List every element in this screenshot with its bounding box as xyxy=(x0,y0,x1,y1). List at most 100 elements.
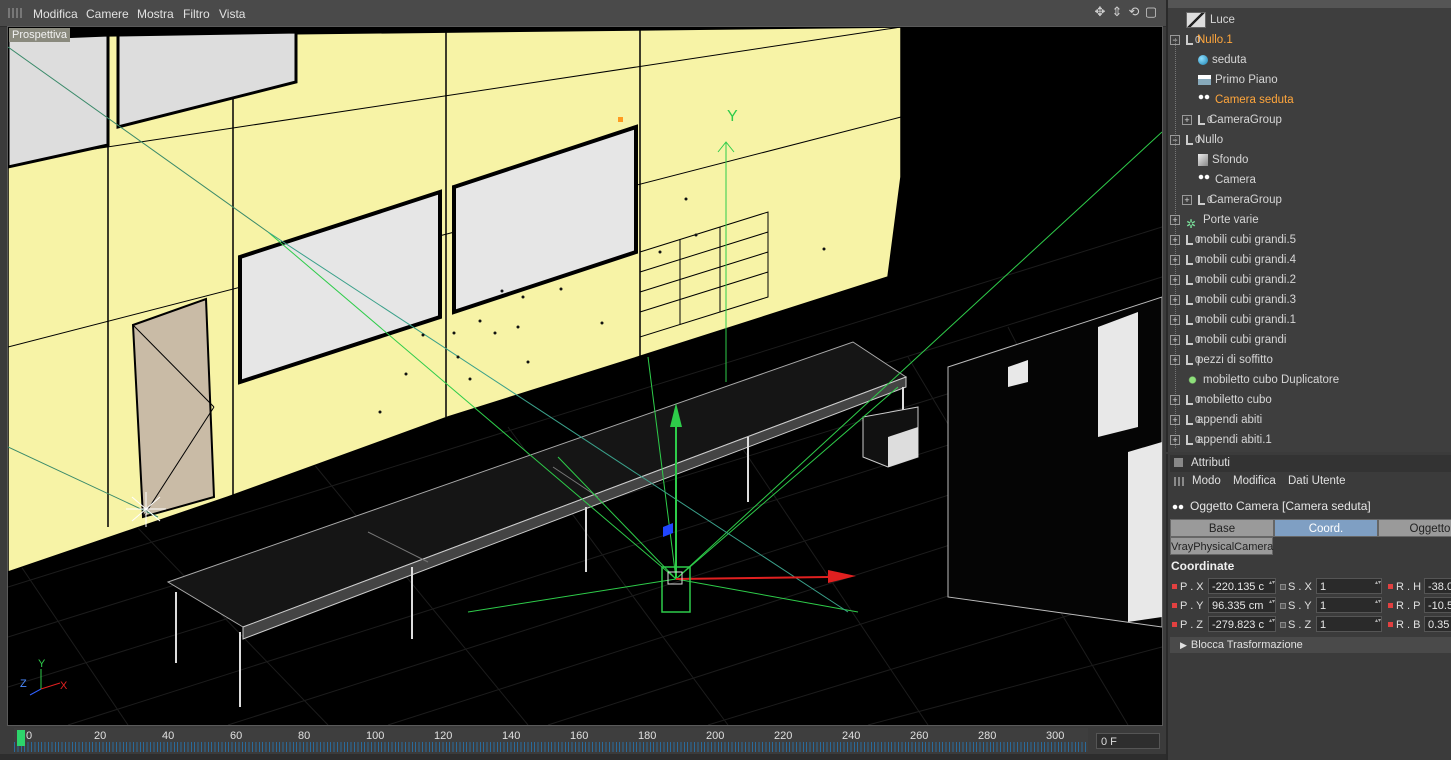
tree-item[interactable]: seduta xyxy=(1198,50,1247,70)
expand-icon[interactable]: + xyxy=(1170,235,1180,245)
tab-oggetto[interactable]: Oggetto xyxy=(1378,519,1451,537)
tree-item[interactable]: −Nullo xyxy=(1170,130,1223,151)
null-icon xyxy=(1186,351,1201,371)
tree-item[interactable]: + mobili cubi grandi.3 xyxy=(1170,290,1297,311)
tree-item[interactable]: + CameraGroup xyxy=(1182,110,1282,131)
input-py[interactable]: 96.335 cm xyxy=(1208,597,1276,613)
input-sx[interactable]: 1 xyxy=(1316,578,1382,594)
tree-item[interactable]: + mobili cubi grandi.5 xyxy=(1170,230,1296,251)
timeline-tick-label: 300 xyxy=(1046,730,1065,742)
attributes-object-header: Oggetto Camera [Camera seduta] xyxy=(1172,496,1451,516)
grip-icon[interactable] xyxy=(1174,477,1184,486)
menu-modo[interactable]: Modo xyxy=(1192,475,1221,487)
maximize-view-icon[interactable]: ▢ xyxy=(1144,5,1158,19)
tab-coord[interactable]: Coord. xyxy=(1274,519,1378,537)
keyframe-dot[interactable] xyxy=(1280,603,1286,609)
collapse-icon[interactable]: − xyxy=(1170,135,1180,145)
tree-item[interactable]: − Nullo.1 xyxy=(1170,30,1233,51)
duplicator-icon xyxy=(1186,373,1199,386)
tree-item[interactable]: Primo Piano xyxy=(1198,70,1278,90)
menu-vista[interactable]: Vista xyxy=(219,7,245,21)
viewport-3d[interactable]: Y Y Z X xyxy=(7,26,1163,726)
tab-vray-physical-camera[interactable]: VrayPhysicalCamera xyxy=(1170,537,1273,555)
keyframe-dot[interactable] xyxy=(1388,622,1393,627)
current-frame-field[interactable]: 0 F xyxy=(1096,733,1160,749)
input-rh[interactable]: -38.0 xyxy=(1424,578,1451,594)
timeline-tick-label: 260 xyxy=(910,730,929,742)
tree-item-label: CameraGroup xyxy=(1209,194,1282,206)
input-rb[interactable]: 0.35 xyxy=(1424,616,1451,632)
menu-attr-modifica[interactable]: Modifica xyxy=(1233,475,1276,487)
expand-icon[interactable]: + xyxy=(1170,295,1180,305)
wardrobe xyxy=(862,296,1162,628)
expand-icon[interactable]: + xyxy=(1170,415,1180,425)
keyframe-dot[interactable] xyxy=(1172,603,1177,608)
move-view-icon[interactable]: ✥ xyxy=(1093,5,1107,19)
timeline-tick-label: 140 xyxy=(502,730,521,742)
corner-x-label: X xyxy=(60,680,68,692)
menu-dati-utente[interactable]: Dati Utente xyxy=(1288,475,1346,487)
timeline-cursor[interactable] xyxy=(17,730,25,746)
tree-item[interactable]: + mobili cubi grandi.2 xyxy=(1170,270,1296,291)
tree-item[interactable]: Sfondo xyxy=(1198,150,1248,170)
keyframe-dot[interactable] xyxy=(1172,584,1177,589)
tree-item[interactable]: + pezzi di soffitto xyxy=(1170,350,1273,371)
grip-icon[interactable] xyxy=(8,8,22,18)
menu-camere[interactable]: Camere xyxy=(86,7,129,21)
input-sy[interactable]: 1 xyxy=(1316,597,1382,613)
keyframe-dot[interactable] xyxy=(1280,584,1286,590)
tree-item[interactable]: + mobili cubi grandi.1 xyxy=(1170,310,1296,331)
tree-item[interactable]: + appendi abiti.1 xyxy=(1170,430,1272,451)
y-axis-label: Y xyxy=(727,108,738,125)
expand-icon[interactable]: + xyxy=(1182,195,1192,205)
null-icon xyxy=(1198,111,1213,131)
tree-item-label: appendi abiti.1 xyxy=(1197,434,1272,446)
expand-icon[interactable]: + xyxy=(1170,335,1180,345)
tree-item[interactable]: + mobiletto cubo xyxy=(1170,390,1272,411)
tree-item-label: mobili cubi grandi.3 xyxy=(1197,294,1297,306)
tree-item[interactable]: + ✲ Porte varie xyxy=(1170,210,1259,231)
row-z: P . Z -279.823 c S . Z 1 R . B 0.35 xyxy=(1170,616,1451,634)
section-title-coordinate: Coordinate xyxy=(1171,559,1235,573)
menu-modifica[interactable]: Modifica xyxy=(33,7,78,21)
zoom-view-icon[interactable]: ⇕ xyxy=(1110,5,1124,19)
lock-transform-group[interactable]: ▶ Blocca Trasformazione xyxy=(1170,637,1451,653)
keyframe-dot[interactable] xyxy=(1388,603,1393,608)
rotate-view-icon[interactable]: ⟲ xyxy=(1127,5,1141,19)
attributes-title: Attributi xyxy=(1191,457,1230,469)
expand-icon[interactable]: + xyxy=(1170,275,1180,285)
expand-icon[interactable]: + xyxy=(1182,115,1192,125)
input-rp[interactable]: -10.5 xyxy=(1424,597,1451,613)
object-manager-header xyxy=(1168,0,1451,8)
keyframe-dot[interactable] xyxy=(1388,584,1393,589)
tree-item[interactable]: mobiletto cubo Duplicatore xyxy=(1186,370,1339,390)
expand-icon[interactable]: + xyxy=(1170,215,1180,225)
timeline[interactable]: 0 20 40 60 80 100 120 140 160 180 200 220 240 260 280 3… xyxy=(14,728,1088,752)
tree-item-label: pezzi di soffitto xyxy=(1197,354,1273,366)
tab-base[interactable]: Base xyxy=(1170,519,1274,537)
expand-icon[interactable]: + xyxy=(1170,255,1180,265)
keyframe-dot[interactable] xyxy=(1280,622,1286,628)
viewport-label: Prospettiva xyxy=(9,28,71,42)
tree-item[interactable]: Camera seduta xyxy=(1198,90,1294,110)
lock-transform-label: Blocca Trasformazione xyxy=(1190,639,1303,651)
expand-icon[interactable]: + xyxy=(1170,315,1180,325)
tree-item[interactable]: + appendi abiti xyxy=(1170,410,1262,431)
keyframe-dot[interactable] xyxy=(1172,622,1177,627)
expand-icon[interactable]: + xyxy=(1170,435,1180,445)
expand-icon[interactable]: + xyxy=(1170,355,1180,365)
tree-item[interactable]: + CameraGroup xyxy=(1182,190,1282,211)
tree-item[interactable]: Camera xyxy=(1198,170,1256,190)
null-icon xyxy=(1186,291,1201,311)
tree-item[interactable]: + mobili cubi grandi.4 xyxy=(1170,250,1296,271)
menu-filtro[interactable]: Filtro xyxy=(183,7,210,21)
input-px[interactable]: -220.135 c xyxy=(1208,578,1276,594)
collapse-icon[interactable]: − xyxy=(1170,35,1180,45)
menu-mostra[interactable]: Mostra xyxy=(137,7,174,21)
input-sz[interactable]: 1 xyxy=(1316,616,1382,632)
null-icon xyxy=(1186,131,1201,151)
tree-item[interactable]: + mobili cubi grandi xyxy=(1170,330,1287,351)
input-pz[interactable]: -279.823 c xyxy=(1208,616,1276,632)
tree-item[interactable]: Luce xyxy=(1186,10,1235,30)
expand-icon[interactable]: + xyxy=(1170,395,1180,405)
